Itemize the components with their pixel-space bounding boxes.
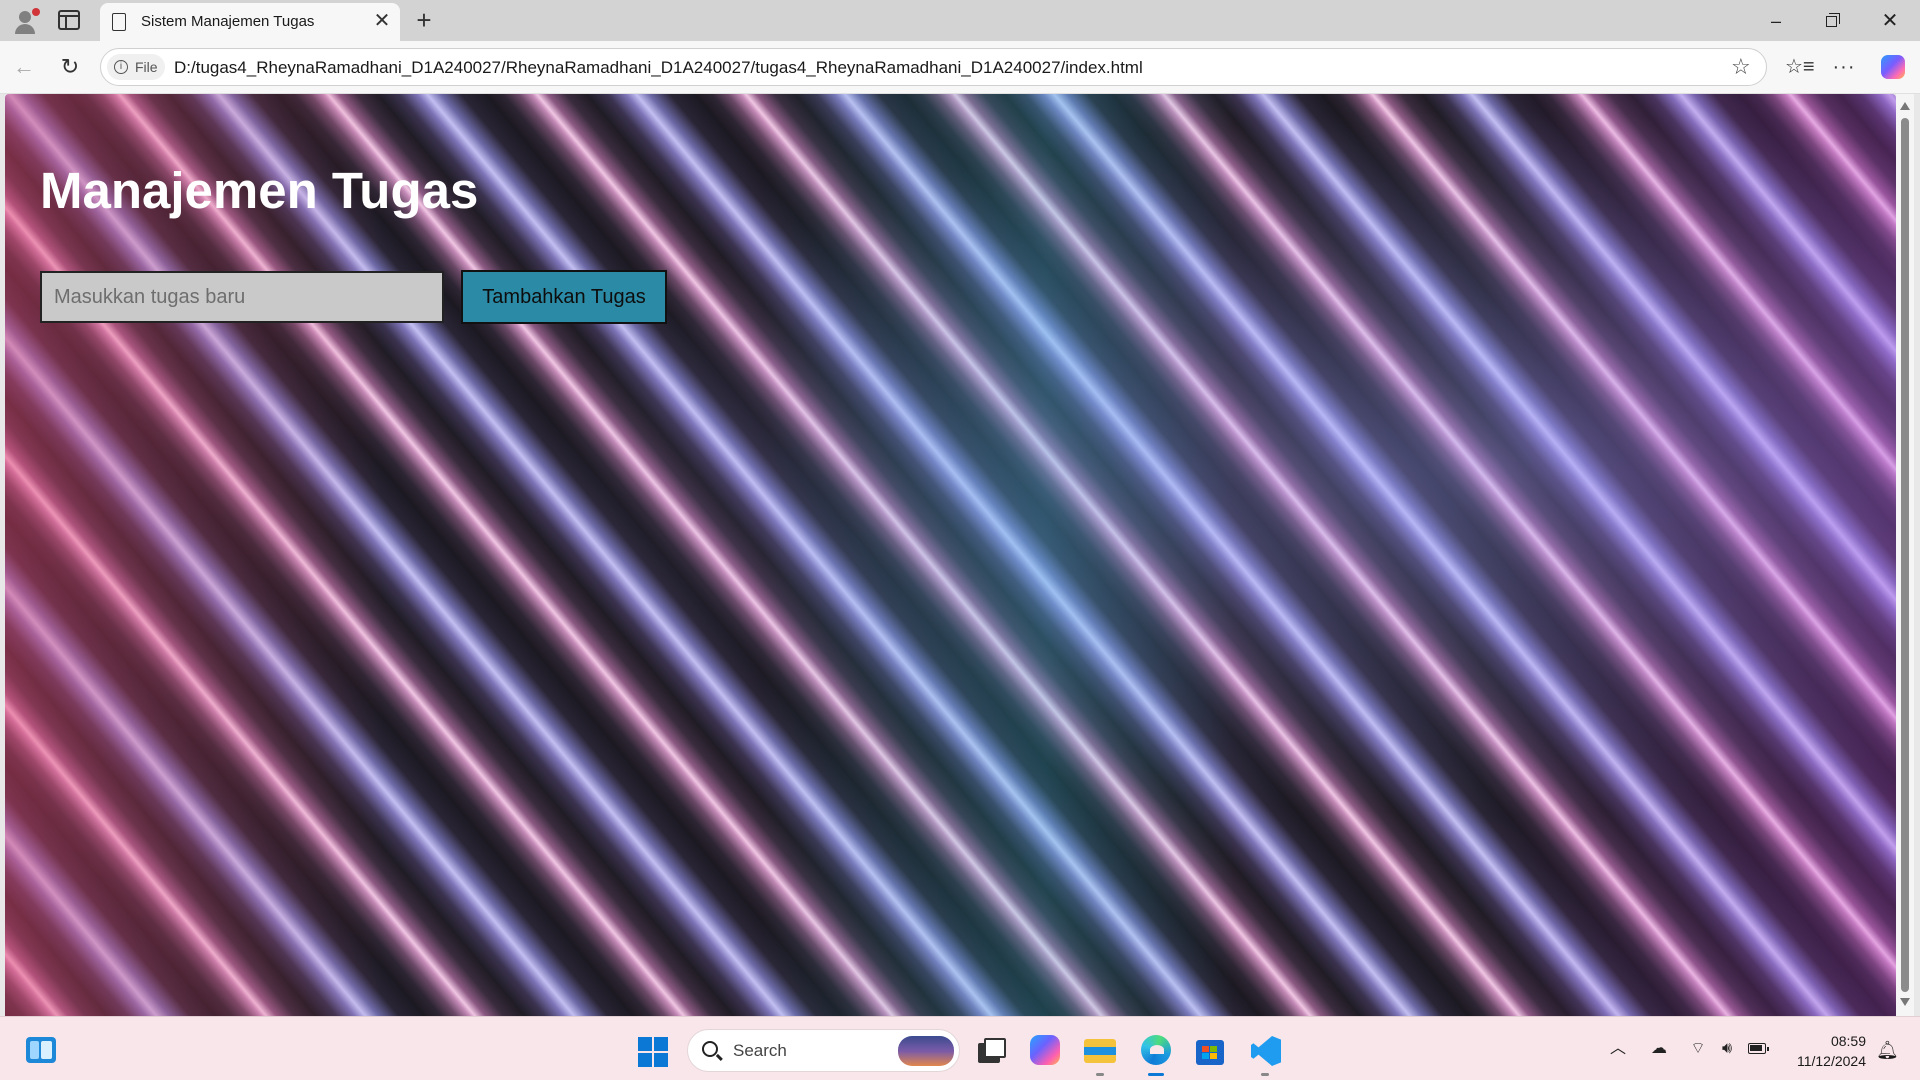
browser-tab-bar: Sistem Manajemen Tugas ✕ + – ✕ (0, 0, 1920, 41)
wifi-icon[interactable]: ⌔ (1685, 1035, 1711, 1063)
tab-actions-icon[interactable] (58, 10, 80, 30)
tab-title: Sistem Manajemen Tugas (141, 13, 315, 30)
task-input[interactable] (40, 271, 444, 323)
clock-time: 08:59 (1830, 1033, 1866, 1049)
file-explorer-icon[interactable] (1083, 1033, 1117, 1076)
taskbar-search[interactable]: Search (687, 1029, 960, 1072)
page-viewport: Manajemen Tugas Tambahkan Tugas (5, 94, 1896, 1016)
search-icon (702, 1041, 718, 1057)
notification-dot (32, 8, 40, 16)
browser-tab-active[interactable]: Sistem Manajemen Tugas ✕ (100, 3, 400, 41)
new-tab-icon[interactable]: + (410, 6, 438, 34)
widgets-icon[interactable] (26, 1037, 56, 1063)
window-minimize-button[interactable]: – (1756, 6, 1796, 36)
clock-date: 11/12/2024 (1796, 1053, 1866, 1069)
scroll-up-icon[interactable] (1900, 102, 1910, 110)
favorites-icon[interactable]: ☆≡ (1785, 53, 1815, 81)
scroll-down-icon[interactable] (1900, 998, 1910, 1006)
search-highlight-image (898, 1036, 954, 1066)
add-task-button[interactable]: Tambahkan Tugas (461, 270, 667, 324)
copilot-taskbar-icon[interactable] (1028, 1033, 1062, 1067)
taskbar-clock[interactable]: 08:59 11/12/2024 (1782, 1031, 1866, 1071)
page-scrollbar[interactable] (1896, 94, 1914, 1016)
notification-bell-icon[interactable]: 🔔︎ (1876, 1039, 1899, 1061)
search-label: Search (733, 1041, 787, 1060)
reload-icon[interactable]: ↻ (54, 51, 86, 83)
edge-icon[interactable] (1139, 1033, 1173, 1076)
site-info-chip[interactable]: i File (107, 54, 165, 80)
back-arrow-icon[interactable]: ← (8, 51, 40, 83)
browser-toolbar: ← ↻ i File D:/tugas4_RheynaRamadhani_D1A… (0, 41, 1920, 94)
volume-icon[interactable]: 🔊︎ (1714, 1035, 1740, 1063)
taskbar: Search ︿ ☁ ⌔ 🔊︎ 08:59 11/12/2024 🔔︎ (0, 1016, 1920, 1080)
page-title: Manajemen Tugas (40, 162, 479, 219)
window-restore-button[interactable] (1812, 6, 1852, 36)
page-document-icon (112, 13, 126, 31)
more-icon[interactable]: ··· (1830, 53, 1858, 81)
window-close-button[interactable]: ✕ (1870, 6, 1910, 36)
tray-chevron-up-icon[interactable]: ︿ (1606, 1035, 1630, 1063)
vs-code-icon[interactable] (1248, 1033, 1282, 1076)
tab-close-icon[interactable]: ✕ (370, 9, 394, 33)
copilot-icon[interactable] (1879, 53, 1907, 81)
scheme-label: File (135, 59, 158, 75)
start-button[interactable] (638, 1037, 668, 1067)
star-icon[interactable]: ☆ (1731, 55, 1751, 79)
scrollbar-thumb[interactable] (1901, 118, 1909, 992)
profile-avatar-icon[interactable] (12, 8, 40, 34)
task-view-icon[interactable] (976, 1033, 1010, 1067)
url-text[interactable]: D:/tugas4_RheynaRamadhani_D1A240027/Rhey… (174, 58, 1143, 78)
info-icon: i (114, 60, 128, 74)
onedrive-offline-icon[interactable]: ☁ (1645, 1035, 1673, 1063)
microsoft-store-icon[interactable] (1193, 1033, 1227, 1067)
address-bar[interactable]: i File D:/tugas4_RheynaRamadhani_D1A2400… (100, 48, 1767, 86)
